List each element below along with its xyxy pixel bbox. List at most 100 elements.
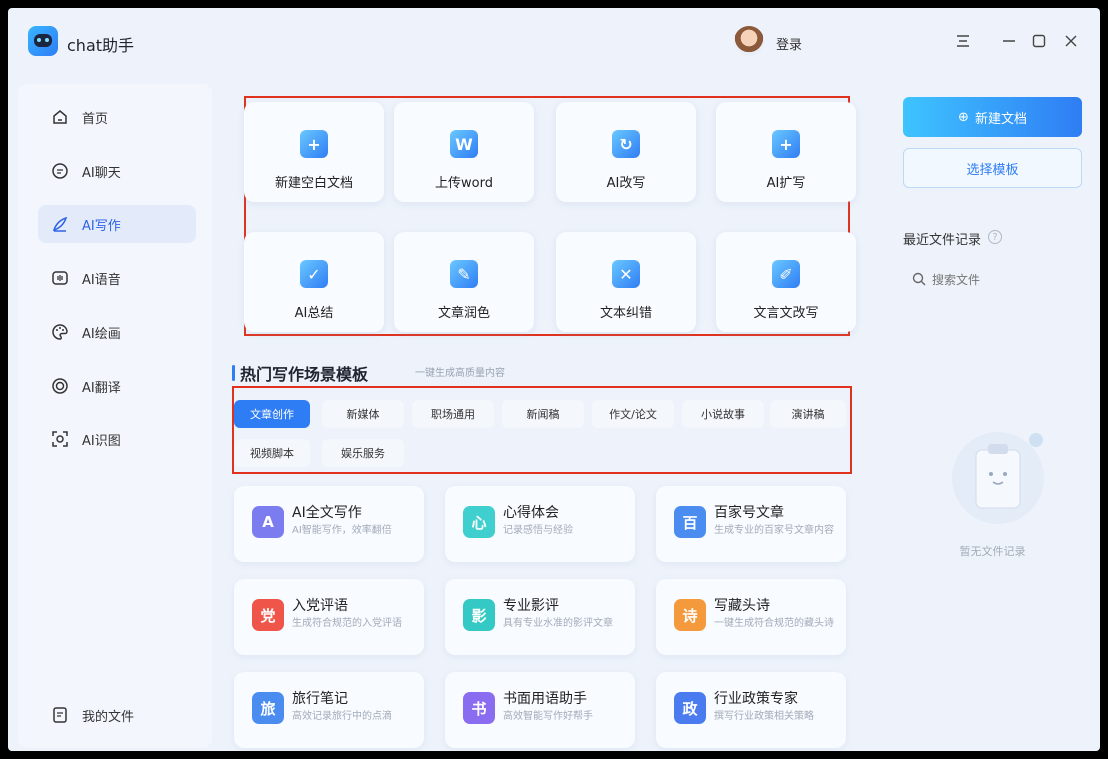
template-icon: 心 — [463, 506, 495, 538]
sidebar-item-my-files[interactable]: 我的文件 — [38, 696, 196, 734]
sidebar-item-label: AI识图 — [82, 433, 121, 449]
template-desc: AI智能写作，效率翻倍 — [292, 525, 392, 536]
file-icon — [50, 705, 70, 725]
template-title: 写藏头诗 — [714, 598, 770, 614]
sidebar-item-painting[interactable]: AI绘画 — [38, 313, 196, 351]
palette-icon — [50, 322, 70, 342]
template-desc: 记录感悟与经验 — [503, 525, 573, 536]
template-icon: 政 — [674, 692, 706, 724]
sidebar: 首页 AI聊天 AI写作 AI语音 AI绘画 AI翻译 AI识图 我的文件 — [18, 84, 212, 748]
choose-template-button[interactable]: 选择模板 — [903, 148, 1082, 188]
section-accent — [232, 365, 235, 381]
template-card[interactable]: 政 行业政策专家 撰写行业政策相关策略 — [656, 672, 846, 748]
rewrite-icon: ↻ — [612, 130, 640, 158]
close-icon[interactable] — [1060, 30, 1082, 52]
tool-label: 文章润色 — [437, 306, 490, 321]
template-desc: 高效记录旅行中的点滴 — [292, 711, 392, 722]
minimize-icon[interactable] — [998, 30, 1020, 52]
chat-icon — [50, 161, 70, 181]
template-icon: 党 — [252, 599, 284, 631]
new-document-button[interactable]: ⊕ 新建文档 — [903, 97, 1082, 137]
template-card[interactable]: A AI全文写作 AI智能写作，效率翻倍 — [234, 486, 424, 562]
sidebar-item-label: 首页 — [82, 111, 109, 127]
help-icon[interactable]: ? — [988, 230, 1002, 244]
word-icon: W — [450, 130, 478, 158]
tab-essay[interactable]: 作文/论文 — [592, 400, 674, 428]
sidebar-item-translate[interactable]: AI翻译 — [38, 367, 196, 405]
tool-card-upload-word[interactable]: W 上传word — [394, 102, 534, 202]
tool-card-new-blank[interactable]: + 新建空白文档 — [244, 102, 384, 202]
template-desc: 高效智能写作好帮手 — [503, 711, 593, 722]
template-card[interactable]: 心 心得体会 记录感悟与经验 — [445, 486, 635, 562]
tab-entertainment[interactable]: 娱乐服务 — [322, 439, 404, 467]
sidebar-item-image-recognition[interactable]: AI识图 — [38, 420, 196, 458]
tab-new-media[interactable]: 新媒体 — [322, 400, 404, 428]
classical-icon: ✐ — [772, 260, 800, 288]
recent-files-title: 最近文件记录 — [903, 233, 982, 248]
tab-article[interactable]: 文章创作 — [234, 400, 310, 428]
template-card[interactable]: 旅 旅行笔记 高效记录旅行中的点滴 — [234, 672, 424, 748]
template-card[interactable]: 百 百家号文章 生成专业的百家号文章内容 — [656, 486, 846, 562]
template-icon: A — [252, 506, 284, 538]
tool-card-proofread[interactable]: ✕ 文本纠错 — [556, 232, 696, 332]
sidebar-item-voice[interactable]: AI语音 — [38, 259, 196, 297]
template-desc: 生成专业的百家号文章内容 — [714, 525, 834, 536]
tab-novel[interactable]: 小说故事 — [682, 400, 764, 428]
sidebar-item-label: 我的文件 — [82, 709, 135, 725]
sidebar-item-label: AI翻译 — [82, 380, 121, 396]
tool-label: 上传word — [435, 176, 493, 191]
tool-label: 新建空白文档 — [274, 176, 353, 191]
template-card[interactable]: 诗 写藏头诗 一键生成符合规范的藏头诗 — [656, 579, 846, 655]
expand-icon: + — [772, 130, 800, 158]
section-subtitle: 一键生成高质量内容 — [415, 368, 505, 379]
sidebar-item-writing[interactable]: AI写作 — [38, 205, 196, 243]
template-card[interactable]: 书 书面用语助手 高效智能写作好帮手 — [445, 672, 635, 748]
app-title: chat助手 — [67, 36, 135, 55]
plus-icon: + — [300, 130, 328, 158]
tool-label: AI总结 — [294, 306, 334, 321]
tool-card-polish[interactable]: ✎ 文章润色 — [394, 232, 534, 332]
sidebar-item-label: AI绘画 — [82, 326, 121, 342]
tab-speech[interactable]: 演讲稿 — [770, 400, 846, 428]
template-card[interactable]: 影 专业影评 具有专业水准的影评文章 — [445, 579, 635, 655]
sidebar-item-label: AI写作 — [82, 218, 121, 234]
tool-card-ai-rewrite[interactable]: ↻ AI改写 — [556, 102, 696, 202]
avatar[interactable] — [734, 26, 764, 56]
maximize-icon[interactable] — [1028, 30, 1050, 52]
template-icon: 书 — [463, 692, 495, 724]
template-desc: 一键生成符合规范的藏头诗 — [714, 618, 834, 629]
menu-icon[interactable] — [952, 30, 974, 52]
template-icon: 诗 — [674, 599, 706, 631]
title-bar: chat助手 登录 — [8, 8, 1100, 78]
tab-press[interactable]: 新闻稿 — [502, 400, 584, 428]
template-title: 心得体会 — [503, 505, 559, 521]
empty-state-text: 暂无文件记录 — [959, 545, 1026, 558]
empty-clipboard-icon — [948, 428, 1048, 528]
template-desc: 具有专业水准的影评文章 — [503, 618, 613, 629]
sidebar-item-home[interactable]: 首页 — [38, 98, 196, 136]
login-button[interactable]: 登录 — [776, 34, 802, 53]
template-title: 书面用语助手 — [503, 691, 587, 707]
search-icon — [912, 272, 926, 290]
template-title: 旅行笔记 — [292, 691, 348, 707]
template-icon: 影 — [463, 599, 495, 631]
template-title: 百家号文章 — [714, 505, 784, 521]
app-logo-icon — [28, 26, 58, 56]
plus-circle-icon: ⊕ — [958, 109, 969, 125]
app-window: chat助手 登录 首页 AI聊天 AI写作 AI语音 AI绘画 AI翻译 AI… — [8, 8, 1100, 751]
section-title: 热门写作场景模板 — [240, 365, 369, 384]
template-desc: 撰写行业政策相关策略 — [714, 711, 814, 722]
tool-card-classical-rewrite[interactable]: ✐ 文言文改写 — [716, 232, 856, 332]
tool-card-ai-summary[interactable]: ✓ AI总结 — [244, 232, 384, 332]
tool-card-ai-expand[interactable]: + AI扩写 — [716, 102, 856, 202]
template-card[interactable]: 党 入党评语 生成符合规范的入党评语 — [234, 579, 424, 655]
tab-video-script[interactable]: 视频脚本 — [234, 439, 310, 467]
tool-label: AI改写 — [606, 176, 646, 191]
template-icon: 百 — [674, 506, 706, 538]
tool-label: 文本纠错 — [599, 306, 652, 321]
scan-icon — [50, 429, 70, 449]
tab-workplace[interactable]: 职场通用 — [412, 400, 494, 428]
sidebar-item-chat[interactable]: AI聊天 — [38, 152, 196, 190]
sidebar-item-label: AI聊天 — [82, 165, 121, 181]
search-input[interactable] — [932, 268, 1082, 292]
